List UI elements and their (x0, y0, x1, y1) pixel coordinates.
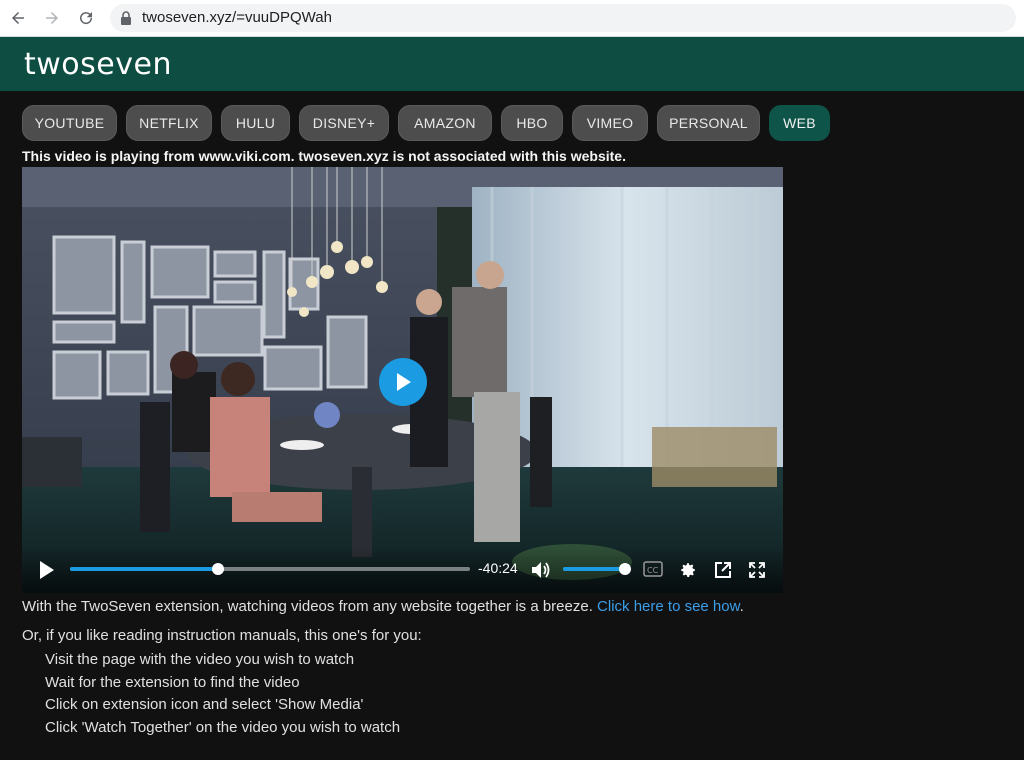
reload-icon[interactable] (74, 6, 98, 30)
tab-personal[interactable]: PERSONAL (657, 105, 760, 141)
volume-level (563, 567, 625, 571)
tab-vimeo[interactable]: VIMEO (572, 105, 648, 141)
fullscreen-icon[interactable] (746, 559, 768, 581)
list-item: Visit the page with the video you wish t… (45, 651, 355, 668)
seek-progress (70, 567, 218, 571)
list-item: Click on extension icon and select 'Show… (45, 696, 364, 713)
back-arrow-icon[interactable] (6, 6, 30, 30)
instruction-steps: Visit the page with the video you wish t… (45, 649, 400, 739)
forward-arrow-icon[interactable] (40, 6, 64, 30)
seek-handle[interactable] (212, 563, 224, 575)
big-play-button[interactable] (379, 358, 427, 406)
tab-amazon[interactable]: AMAZON (398, 105, 492, 141)
address-bar[interactable]: twoseven.xyz/=vuuDPQWah (110, 4, 1016, 32)
time-remaining: -40:24 (478, 560, 518, 576)
play-icon[interactable] (36, 559, 58, 581)
extension-info: With the TwoSeven extension, watching vi… (22, 598, 744, 615)
tab-disney[interactable]: DISNEY+ (299, 105, 389, 141)
tab-netflix[interactable]: NETFLIX (126, 105, 212, 141)
lock-icon (121, 11, 131, 25)
source-notice: This video is playing from www.viki.com.… (22, 148, 626, 164)
seek-bar[interactable] (70, 563, 470, 575)
captions-icon[interactable]: CC (642, 559, 664, 579)
popout-icon[interactable] (712, 559, 734, 581)
tab-web[interactable]: WEB (769, 105, 830, 141)
extension-info-suffix: . (739, 598, 744, 615)
manual-intro: Or, if you like reading instruction manu… (22, 627, 422, 644)
settings-gear-icon[interactable] (677, 559, 699, 581)
extension-info-text: With the TwoSeven extension, watching vi… (22, 598, 593, 615)
list-item: Wait for the extension to find the video (45, 673, 300, 691)
play-icon (397, 373, 411, 391)
volume-slider[interactable] (563, 563, 631, 575)
tab-hulu[interactable]: HULU (221, 105, 290, 141)
see-how-link[interactable]: Click here to see how (597, 598, 740, 615)
tab-hbo[interactable]: HBO (501, 105, 563, 141)
svg-text:CC: CC (647, 566, 659, 575)
browser-toolbar: twoseven.xyz/=vuuDPQWah (0, 0, 1024, 37)
volume-handle[interactable] (619, 563, 631, 575)
player-controls: -40:24 CC (22, 547, 783, 593)
site-header: twoseven (0, 37, 1024, 91)
tab-youtube[interactable]: YOUTUBE (22, 105, 117, 141)
volume-icon[interactable] (530, 559, 552, 581)
url-text: twoseven.xyz/=vuuDPQWah (142, 9, 332, 26)
site-logo[interactable]: twoseven (24, 47, 172, 82)
video-player[interactable]: -40:24 CC (22, 167, 783, 593)
list-item: Click 'Watch Together' on the video you … (45, 718, 401, 736)
